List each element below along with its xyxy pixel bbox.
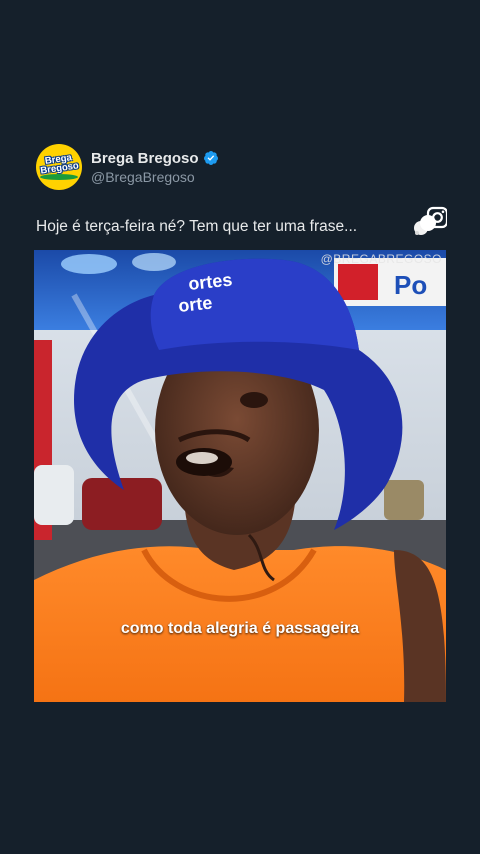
video-media[interactable]: Po ortes orte @BREGABREGOSO como toda al… — [34, 250, 446, 702]
hat-text-line2: orte — [177, 293, 213, 316]
sign-text: Po — [394, 270, 427, 300]
thought-balloon-emoji-icon — [414, 206, 447, 235]
video-watermark: @BREGABREGOSO — [320, 252, 442, 266]
tweet-screen: Brega Bregoso Brega Bregoso @BregaBregos… — [0, 0, 480, 854]
avatar[interactable]: Brega Bregoso — [36, 144, 82, 190]
display-name[interactable]: Brega Bregoso — [91, 150, 199, 167]
tweet-text: Hoje é terça-feira né? Tem que ter uma f… — [36, 218, 358, 235]
avatar-swoosh — [40, 174, 78, 180]
name-row: Brega Bregoso — [91, 148, 219, 168]
account-handle[interactable]: @BregaBregoso — [91, 169, 195, 185]
verified-badge-icon — [203, 151, 218, 165]
tweet-header: Brega Bregoso Brega Bregoso @BregaBregos… — [36, 144, 456, 192]
avatar-logo: Brega Bregoso — [38, 152, 80, 176]
video-caption: como toda alegria é passageira — [120, 620, 360, 637]
